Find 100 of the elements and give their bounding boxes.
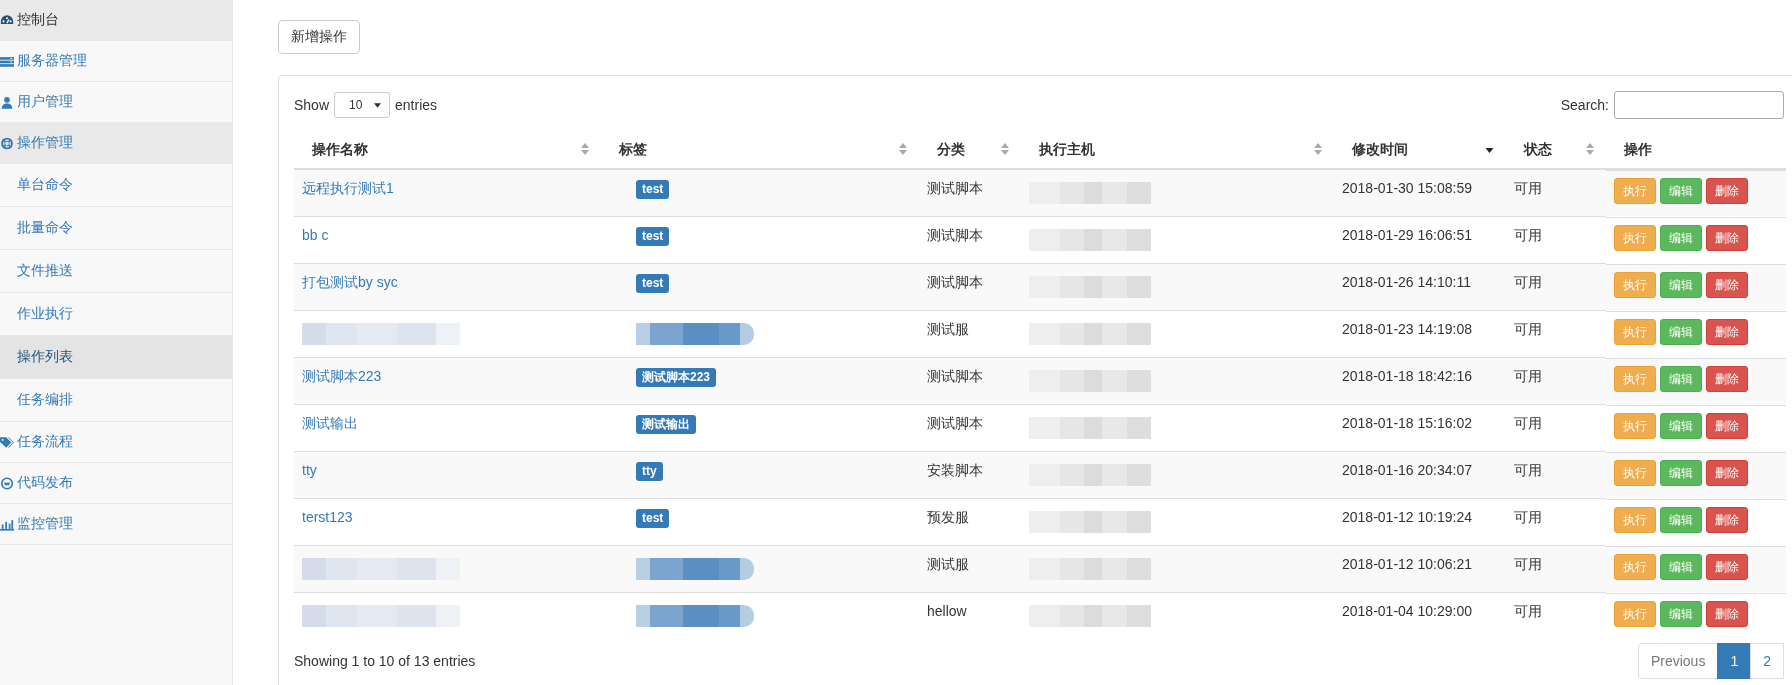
edit-button[interactable]: 编辑	[1660, 365, 1702, 392]
modified-time: 2018-01-29 16:06:51	[1342, 227, 1472, 243]
table-info: Showing 1 to 10 of 13 entries	[294, 653, 476, 669]
category-text: hellow	[927, 603, 967, 619]
tag-label: tty	[636, 462, 663, 481]
delete-button[interactable]: 删除	[1706, 600, 1748, 627]
delete-button[interactable]: 删除	[1706, 271, 1748, 298]
category-text: 预发服	[927, 509, 969, 525]
sidebar-item[interactable]: 代码发布	[0, 463, 232, 504]
category-text: 测试服	[927, 556, 969, 572]
sidebar-item-label: 用户管理	[17, 93, 73, 111]
edit-button[interactable]: 编辑	[1660, 553, 1702, 580]
sort-icon	[899, 143, 907, 155]
modified-time: 2018-01-16 20:34:07	[1342, 462, 1472, 478]
delete-button[interactable]: 删除	[1706, 178, 1748, 204]
tag-label: test	[636, 227, 670, 246]
edit-button[interactable]: 编辑	[1660, 412, 1702, 439]
status-text: 可用	[1514, 274, 1542, 290]
sidebar-subitem[interactable]: 单台命令	[0, 164, 232, 207]
dashboard-icon	[0, 13, 14, 27]
operation-name-link[interactable]: 测试脚本223	[302, 368, 382, 384]
sort-icon	[581, 143, 589, 155]
sidebar-item[interactable]: 操作管理	[0, 123, 232, 164]
delete-button[interactable]: 删除	[1706, 459, 1748, 486]
status-text: 可用	[1514, 227, 1542, 243]
status-text: 可用	[1514, 415, 1542, 431]
status-text: 可用	[1514, 509, 1542, 525]
category-text: 测试脚本	[927, 415, 983, 431]
add-operation-button[interactable]: 新增操作	[278, 20, 360, 54]
edit-button[interactable]: 编辑	[1660, 318, 1702, 345]
sidebar-subitem[interactable]: 批量命令	[0, 207, 232, 250]
category-text: 测试脚本	[927, 227, 983, 243]
sidebar-item-label: 控制台	[17, 11, 59, 29]
delete-button[interactable]: 删除	[1706, 506, 1748, 533]
tag-label: test	[636, 274, 670, 293]
edit-button[interactable]: 编辑	[1660, 178, 1702, 204]
category-text: 测试脚本	[927, 368, 983, 384]
tag-label: test	[636, 509, 670, 528]
category-text: 测试脚本	[927, 180, 983, 196]
edit-button[interactable]: 编辑	[1660, 600, 1702, 627]
delete-button[interactable]: 删除	[1706, 365, 1748, 392]
sort-desc-icon	[1485, 148, 1494, 153]
modified-time: 2018-01-26 14:10:11	[1342, 274, 1471, 290]
sidebar-item-label: 操作管理	[17, 134, 73, 152]
status-text: 可用	[1514, 180, 1542, 196]
modified-time: 2018-01-18 18:42:16	[1342, 368, 1472, 384]
operation-name-link[interactable]: tty	[302, 462, 317, 478]
sidebar-subitem[interactable]: 任务编排	[0, 379, 232, 422]
show-label: Show	[294, 97, 330, 113]
modified-time: 2018-01-18 15:16:02	[1342, 415, 1472, 431]
modified-time: 2018-01-04 10:29:00	[1342, 603, 1472, 619]
bar-chart-icon	[0, 517, 14, 531]
delete-button[interactable]: 删除	[1706, 553, 1748, 580]
sidebar-item-label: 服务器管理	[17, 52, 87, 70]
edit-button[interactable]: 编辑	[1660, 224, 1702, 251]
operation-name-link[interactable]: 远程执行测试1	[302, 180, 394, 196]
operation-name-link[interactable]: bb c	[302, 227, 329, 243]
category-text: 测试脚本	[927, 274, 983, 290]
status-text: 可用	[1514, 603, 1542, 619]
modified-time: 2018-01-12 10:06:21	[1342, 556, 1472, 572]
modified-time: 2018-01-30 15:08:59	[1342, 180, 1472, 196]
tag-label: test	[636, 180, 670, 199]
sidebar-subitem[interactable]: 操作列表	[0, 336, 232, 379]
sidebar-item[interactable]: 服务器管理	[0, 41, 232, 82]
sidebar-subitem[interactable]: 文件推送	[0, 250, 232, 293]
modified-time: 2018-01-23 14:19:08	[1342, 321, 1472, 337]
user-icon	[0, 95, 14, 109]
edit-button[interactable]: 编辑	[1660, 506, 1702, 533]
delete-button[interactable]: 删除	[1706, 318, 1748, 345]
delete-button[interactable]: 删除	[1706, 224, 1748, 251]
operation-name-link[interactable]: terst123	[302, 509, 353, 525]
status-text: 可用	[1514, 556, 1542, 572]
operation-name-link[interactable]: 测试输出	[302, 415, 358, 431]
sort-icon	[1001, 143, 1009, 155]
edit-button[interactable]: 编辑	[1660, 459, 1702, 486]
edit-button[interactable]: 编辑	[1660, 271, 1702, 298]
entries-label: entries	[395, 97, 438, 113]
category-text: 测试服	[927, 321, 969, 337]
sidebar-item-label: 任务流程	[17, 433, 73, 451]
status-text: 可用	[1514, 368, 1542, 384]
caret-icon	[374, 102, 382, 108]
status-text: 可用	[1514, 462, 1542, 478]
status-text: 可用	[1514, 321, 1542, 337]
search-field[interactable]	[1614, 91, 1784, 119]
page-size-select[interactable]: 10	[334, 92, 391, 118]
modified-time: 2018-01-12 10:19:24	[1342, 509, 1472, 525]
sidebar-item[interactable]: 控制台	[0, 0, 232, 41]
tag-label: 测试脚本223	[636, 368, 717, 387]
operation-name-link[interactable]: 打包测试by syc	[302, 274, 398, 290]
delete-button[interactable]: 删除	[1706, 412, 1748, 439]
sidebar-item[interactable]: 监控管理	[0, 504, 232, 545]
sidebar-item-label: 代码发布	[17, 474, 73, 492]
tag-label: 测试输出	[636, 415, 696, 434]
sort-icon	[1586, 143, 1594, 155]
category-text: 安装脚本	[927, 462, 983, 478]
sort-icon	[1314, 143, 1322, 155]
pagination-button[interactable]: 2	[1750, 643, 1784, 679]
sidebar-item[interactable]: 任务流程	[0, 422, 232, 463]
pagination-button[interactable]: 1	[1717, 643, 1752, 679]
sidebar-item-label: 监控管理	[17, 515, 73, 533]
